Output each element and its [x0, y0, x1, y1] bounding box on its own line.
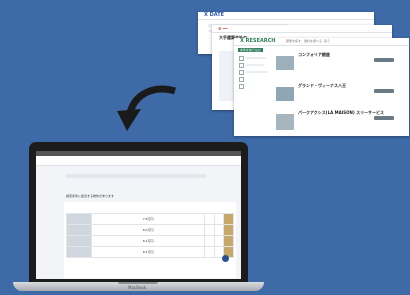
table-row[interactable]: 8.2万円	[66, 235, 234, 247]
filter-checkbox[interactable]	[239, 63, 244, 68]
cell	[213, 213, 225, 225]
cell	[204, 213, 215, 225]
thumb-cell	[66, 224, 92, 236]
listing-button-3[interactable]	[374, 116, 394, 120]
chat-button[interactable]	[222, 255, 229, 262]
price-cell: 8.2万円	[90, 235, 206, 247]
listing-thumbnail-1[interactable]	[276, 56, 294, 70]
filter-checkbox[interactable]	[239, 70, 244, 75]
listing-thumbnail-2[interactable]	[276, 87, 294, 101]
listing-button-2[interactable]	[374, 89, 394, 93]
thumb-cell	[66, 235, 92, 247]
thumb-cell	[66, 213, 92, 225]
action-cell[interactable]	[223, 213, 234, 225]
curved-arrow-icon	[117, 85, 177, 131]
cell	[204, 224, 215, 236]
filter-checkbox[interactable]	[239, 56, 244, 61]
cell	[204, 246, 215, 258]
laptop-notch	[118, 282, 158, 284]
price-cell: 8.5万円	[90, 246, 206, 258]
filter-placeholder	[246, 71, 268, 73]
filter-section-header: 条件を絞り込む	[238, 48, 264, 52]
table-row[interactable]: 7.8万円	[66, 213, 234, 225]
front-window: X RESEARCH 部屋を探す 賃料を調べる 買う 条件を絞り込む コンフォリ…	[234, 38, 409, 136]
price-cell: 8.0万円	[90, 224, 206, 236]
front-nav-item-3[interactable]: 買う	[324, 38, 330, 45]
listing-name-3[interactable]: パークアクシス(LA MAISON) スリーサービス	[298, 110, 384, 116]
laptop-screen: 検索条件に該当する物件があります 7.8万円 8.0万円 8.2万円 8.5万円	[36, 151, 241, 279]
back-window-header: X DATE	[198, 12, 374, 20]
thumb-cell	[66, 246, 92, 258]
listing-name-2[interactable]: グランド・ヴィーナス八王	[298, 83, 346, 89]
filter-placeholder	[246, 64, 264, 66]
back-window-logo: X DATE	[204, 12, 225, 18]
cell	[204, 235, 215, 247]
search-bar	[66, 174, 206, 178]
middle-window-header: ≡ ━━	[212, 25, 392, 33]
middle-window-logo: ≡ ━━	[218, 26, 228, 31]
cell	[213, 224, 225, 236]
laptop-brand-label: MacBook	[128, 285, 147, 290]
site-header	[36, 156, 241, 166]
cell	[213, 235, 225, 247]
listing-thumbnail-3[interactable]	[276, 114, 294, 130]
table-row[interactable]: 8.5万円	[66, 246, 234, 258]
front-window-logo: X RESEARCH	[240, 38, 276, 44]
listing-name-1[interactable]: コンフォリア銀座	[298, 52, 330, 58]
results-heading: 検索条件に該当する物件があります	[66, 194, 115, 198]
filter-checkbox[interactable]	[239, 84, 244, 89]
front-window-header: X RESEARCH 部屋を探す 賃料を調べる 買う	[234, 38, 409, 46]
filter-placeholder	[246, 57, 266, 59]
results-table: 7.8万円 8.0万円 8.2万円 8.5万円	[66, 213, 234, 258]
action-cell[interactable]	[223, 224, 234, 236]
action-cell[interactable]	[223, 235, 234, 247]
table-row[interactable]: 8.0万円	[66, 224, 234, 236]
price-cell: 7.8万円	[90, 213, 206, 225]
front-nav-item-2[interactable]: 賃料を調べる	[304, 38, 322, 45]
front-nav-item-1[interactable]: 部屋を探す	[286, 38, 301, 45]
listing-button-1[interactable]	[374, 58, 394, 62]
filter-checkbox[interactable]	[239, 77, 244, 82]
